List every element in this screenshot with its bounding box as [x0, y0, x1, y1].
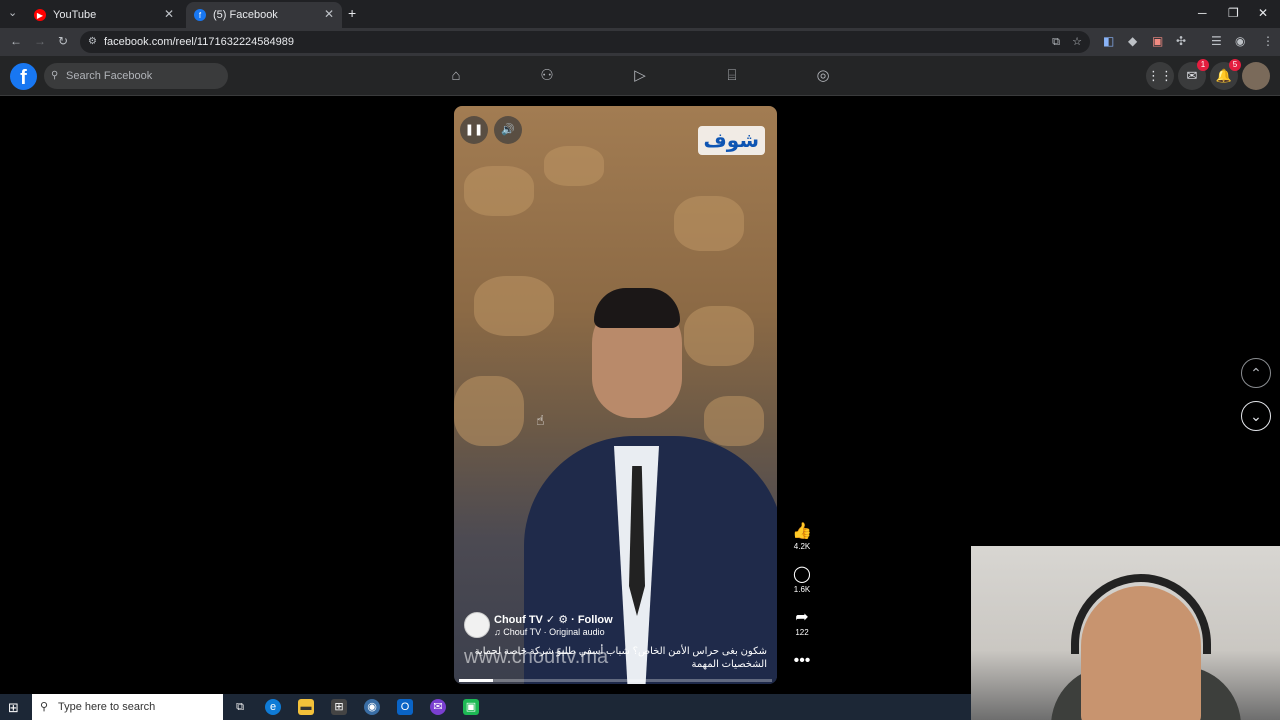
extension-pdf-icon[interactable]: ▣ — [1152, 34, 1163, 48]
new-tab-button[interactable]: + — [348, 5, 356, 21]
tab-youtube[interactable]: ▶ YouTube ✕ — [26, 2, 182, 28]
search-icon: ⚲ — [40, 701, 49, 713]
home-icon[interactable]: ⌂ — [446, 66, 466, 86]
reading-list-icon[interactable]: ☰ — [1211, 34, 1222, 48]
app-icon[interactable]: ▣ — [463, 699, 479, 715]
tab-title: (5) Facebook — [213, 9, 278, 21]
comment-count: 1.6K — [793, 585, 811, 594]
youtube-icon: ▶ — [34, 9, 46, 21]
edge-icon[interactable]: e — [265, 699, 281, 715]
friends-icon[interactable]: ⚇ — [537, 66, 557, 86]
watch-icon[interactable]: ▷ — [630, 66, 650, 86]
close-tab-icon[interactable]: ✕ — [164, 7, 174, 21]
share-icon: ➦ — [795, 609, 809, 626]
back-icon[interactable]: ← — [10, 34, 22, 48]
tab-title: YouTube — [53, 9, 97, 21]
facebook-logo-icon[interactable]: f — [10, 63, 37, 90]
reload-icon[interactable]: ↻ — [58, 34, 68, 48]
facebook-header: f ⚲ Search Facebook ⌂ ⚇ ▷ ⌸ ◎ ⋮⋮ ✉ 1 🔔 5 — [0, 56, 1280, 96]
like-button[interactable]: 👍 4.2K — [786, 522, 818, 551]
restore-icon[interactable]: ❐ — [1228, 6, 1239, 20]
account-avatar[interactable] — [1242, 62, 1270, 90]
channel-logo: شوف — [697, 126, 765, 155]
outlook-icon[interactable]: O — [397, 699, 413, 715]
tab-facebook[interactable]: f (5) Facebook ✕ — [186, 2, 342, 28]
volume-button[interactable]: 🔊 — [494, 116, 522, 144]
comment-icon: ◯ — [793, 566, 811, 583]
close-tab-icon[interactable]: ✕ — [324, 7, 334, 21]
webcam-headset — [1071, 574, 1211, 654]
windows-start-icon[interactable]: ⊞ — [8, 700, 19, 716]
browser-menu-icon[interactable]: ⋮ — [1262, 34, 1274, 48]
more-icon: ••• — [793, 652, 811, 669]
bookmark-star-icon[interactable]: ☆ — [1072, 31, 1082, 53]
search-placeholder: Search Facebook — [66, 70, 153, 82]
previous-reel-button[interactable]: ⌃ — [1241, 358, 1271, 388]
file-explorer-icon[interactable]: ▬ — [298, 699, 314, 715]
like-icon: 👍 — [792, 523, 812, 540]
search-icon: ⚲ — [51, 70, 59, 81]
task-view-icon[interactable]: ⧉ — [232, 699, 248, 715]
more-options-button[interactable]: ••• — [786, 651, 818, 671]
messenger-icon[interactable]: ✉ 1 — [1178, 59, 1209, 90]
url-text: facebook.com/reel/1171632224584989 — [104, 36, 295, 48]
browser-tab-strip: ⌄ ▶ YouTube ✕ f (5) Facebook ✕ + ─ ❐ ✕ — [0, 0, 1280, 28]
notifications-icon[interactable]: 🔔 5 — [1210, 59, 1241, 90]
video-progress-fill — [459, 679, 494, 682]
taskbar-search-input[interactable]: ⚲ Type here to search — [32, 694, 223, 720]
store-icon[interactable]: ⊞ — [331, 699, 347, 715]
webcam-overlay — [971, 546, 1280, 720]
forward-icon[interactable]: → — [34, 34, 46, 48]
site-info-icon[interactable]: ⚙ — [88, 31, 97, 53]
gaming-icon[interactable]: ◎ — [813, 66, 833, 86]
close-window-icon[interactable]: ✕ — [1258, 6, 1268, 20]
messenger-app-icon[interactable]: ✉ — [430, 699, 446, 715]
marketplace-icon[interactable]: ⌸ — [722, 66, 742, 86]
share-count: 122 — [795, 628, 809, 637]
pause-button[interactable]: ❚❚ — [460, 116, 488, 144]
reel-video[interactable]: ❚❚ 🔊 شوف Chouf TV ✓ ⚙ · Follow ♫ Chouf T… — [454, 106, 777, 684]
install-app-icon[interactable]: ⧉ — [1052, 31, 1060, 53]
windows-taskbar: ⊞ ⚲ Type here to search ⧉ e ▬ ⊞ ◉ O ✉ ▣ — [0, 694, 971, 720]
tab-search-icon[interactable]: ⌄ — [8, 6, 17, 19]
owner-avatar[interactable] — [464, 612, 490, 638]
facebook-search-input[interactable]: ⚲ Search Facebook — [44, 63, 228, 89]
original-audio-link[interactable]: ♫ Chouf TV · Original audio — [494, 627, 605, 637]
reel-caption: شكون بغى حراس الأمن الخاص؟ شباب أسفي طلب… — [474, 646, 767, 670]
person-hair — [594, 288, 680, 328]
extension-diamond-icon[interactable]: ◆ — [1128, 34, 1137, 48]
share-button[interactable]: ➦ 122 — [786, 608, 818, 637]
owner-name-follow[interactable]: Chouf TV ✓ ⚙ · Follow — [494, 613, 613, 626]
taskbar-search-placeholder: Type here to search — [58, 701, 156, 713]
chrome-icon[interactable]: ◉ — [364, 699, 380, 715]
minimize-icon[interactable]: ─ — [1198, 6, 1207, 20]
messenger-badge: 1 — [1197, 59, 1209, 71]
notifications-badge: 5 — [1229, 59, 1241, 71]
next-reel-button[interactable]: ⌄ — [1241, 401, 1271, 431]
hand-cursor-icon: ☝ — [536, 412, 545, 428]
menu-grid-icon[interactable]: ⋮⋮ — [1146, 62, 1174, 90]
facebook-icon: f — [194, 9, 206, 21]
extensions-puzzle-icon[interactable]: ✣ — [1176, 34, 1186, 48]
comment-button[interactable]: ◯ 1.6K — [786, 565, 818, 594]
extension-translate-icon[interactable]: ◧ — [1103, 34, 1114, 48]
profile-icon[interactable]: ◉ — [1235, 34, 1245, 48]
browser-toolbar: ← → ↻ ⚙ facebook.com/reel/11716322245849… — [0, 28, 1280, 56]
address-bar[interactable]: ⚙ facebook.com/reel/1171632224584989 ⧉ ☆ — [80, 31, 1090, 53]
video-progress-bar[interactable] — [459, 679, 772, 682]
like-count: 4.2K — [793, 542, 811, 551]
